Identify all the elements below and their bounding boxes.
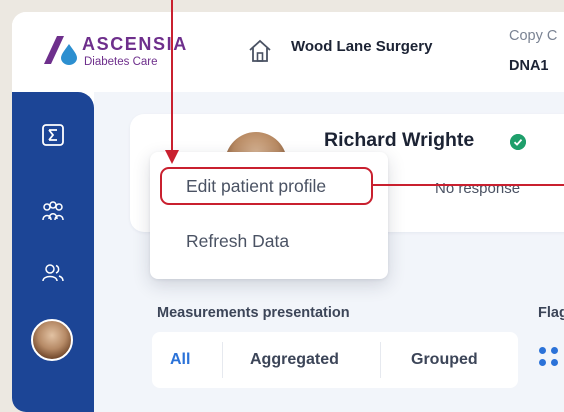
sigma-icon (42, 124, 64, 146)
practice-name: Wood Lane Surgery (291, 38, 433, 55)
verified-icon (510, 134, 526, 150)
top-header: ASCENSIA Diabetes Care Wood Lane Surgery… (12, 12, 564, 92)
divider (380, 342, 381, 378)
divider (222, 342, 223, 378)
logo-mark-icon (44, 36, 77, 65)
option-all[interactable]: All (170, 332, 190, 388)
menu-item-refresh-data[interactable]: Refresh Data (186, 231, 289, 252)
annotation-arrow-head-icon (165, 150, 179, 164)
response-status: No response (435, 180, 521, 197)
option-grouped[interactable]: Grouped (411, 332, 478, 388)
sidebar-item-users[interactable] (40, 260, 66, 286)
sidebar (12, 92, 94, 412)
users-icon (42, 264, 64, 282)
sidebar-item-groups[interactable] (40, 199, 66, 225)
annotation-arrow-line (171, 0, 173, 150)
home-icon (249, 39, 271, 62)
flags-title: Flag (538, 305, 564, 321)
patient-name: Richard Wrighte (324, 129, 475, 151)
annotation-pointer-line (373, 184, 564, 186)
copy-code-label: Copy C (509, 28, 558, 44)
copy-code-value[interactable]: DNA1 (509, 58, 548, 74)
annotation-highlight-box (160, 167, 373, 205)
sidebar-item-dashboard[interactable] (40, 122, 66, 148)
option-aggregated[interactable]: Aggregated (250, 332, 339, 388)
ascensia-logo: ASCENSIA Diabetes Care (42, 30, 192, 76)
measurements-toggle: All Aggregated Grouped (152, 332, 518, 388)
user-avatar[interactable] (31, 319, 73, 361)
measurements-title: Measurements presentation (157, 305, 350, 321)
group-icon (42, 201, 64, 221)
brand-subtitle: Diabetes Care (84, 56, 158, 68)
